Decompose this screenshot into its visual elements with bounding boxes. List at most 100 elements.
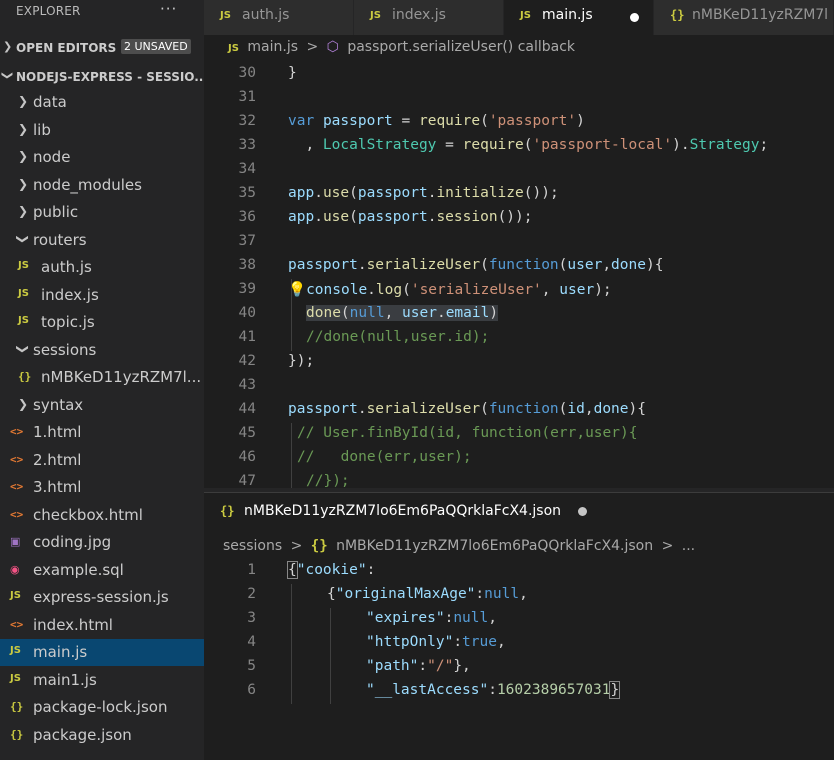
session-json-editor[interactable]: 1 {"cookie": 2 {"originalMaxAge":null, 3 "e… — [204, 560, 834, 760]
json-file-icon: {} — [670, 8, 685, 22]
tree-item-label: node_modules — [33, 176, 142, 194]
method-symbol-icon: ⬡ — [326, 39, 339, 55]
tree-item-label: index.js — [41, 286, 99, 304]
tree-item-main1-js[interactable]: JS main1.js — [0, 667, 204, 694]
tree-item-label: coding.jpg — [33, 533, 112, 551]
tab-label: auth.js — [242, 7, 290, 23]
tree-item-index-html[interactable]: <> index.html — [0, 612, 204, 639]
json-file-icon: {} — [220, 504, 235, 518]
database-file-icon: ◉ — [10, 563, 20, 576]
html-file-icon: <> — [10, 618, 24, 631]
breadcrumb-file[interactable]: main.js — [247, 39, 298, 55]
js-file-icon: JS — [18, 288, 29, 299]
tree-item-label: main.js — [33, 643, 88, 661]
chevron-right-icon: ❯ — [18, 397, 29, 411]
tree-item-lib[interactable]: ❯ lib — [0, 117, 204, 144]
tree-item-2-html[interactable]: <> 2.html — [0, 447, 204, 474]
project-section[interactable]: ❯ NODEJS-EXPRESS - SESSIO... — [0, 66, 204, 88]
tree-item-coding-jpg[interactable]: ▣ coding.jpg — [0, 529, 204, 556]
js-file-icon: JS — [370, 10, 381, 21]
tree-item-node[interactable]: ❯ node — [0, 144, 204, 171]
unsaved-badge: 2 UNSAVED — [121, 39, 191, 54]
tree-item-public[interactable]: ❯ public — [0, 199, 204, 226]
chevron-right-icon: ❯ — [18, 177, 29, 191]
tree-item-label: public — [33, 203, 79, 221]
tree-item-label: index.html — [33, 616, 113, 634]
lightbulb-icon[interactable]: 💡 — [288, 282, 306, 298]
editor-tab-bar: JS auth.js JS index.js JS main.js {} nMB… — [204, 0, 834, 35]
js-file-icon: JS — [10, 673, 21, 684]
tree-item-auth-js[interactable]: JS auth.js — [0, 254, 204, 281]
js-file-icon: JS — [10, 590, 21, 601]
chevron-right-icon: ❯ — [18, 94, 29, 108]
tab-label: main.js — [542, 7, 593, 23]
tree-item-label: checkbox.html — [33, 506, 143, 524]
breadcrumb-separator: > — [661, 538, 674, 554]
breadcrumb-more[interactable]: ... — [682, 538, 695, 554]
tree-item-label: example.sql — [33, 561, 124, 579]
js-file-icon: JS — [220, 10, 231, 21]
js-file-icon: JS — [18, 315, 29, 326]
chevron-right-icon: ❯ — [18, 204, 29, 218]
breadcrumb-folder[interactable]: sessions — [223, 538, 282, 554]
tree-item-1-html[interactable]: <> 1.html — [0, 419, 204, 446]
tree-item-label: 2.html — [33, 451, 82, 469]
unsaved-dot-icon[interactable] — [630, 13, 639, 22]
json-file-icon: {} — [310, 538, 328, 554]
open-editors-label: OPEN EDITORS — [16, 41, 117, 55]
tab-label: nMBKeD11yzRZM7l — [692, 7, 829, 23]
tree-item-label: 3.html — [33, 478, 82, 496]
tree-item-routers[interactable]: ❯ routers — [0, 227, 204, 254]
tree-item-label: node — [33, 148, 71, 166]
tab-index-js[interactable]: JS index.js — [354, 0, 504, 35]
open-editors-section[interactable]: ❯ OPEN EDITORS 2 UNSAVED — [0, 37, 204, 59]
main-js-editor[interactable]: 30} 31 32 var passport = require('passpor… — [204, 63, 834, 488]
tab-session-json-lower[interactable]: {} nMBKeD11yzRZM7lo6Em6PaQQrklaFcX4.json — [204, 492, 834, 530]
tree-item-package-lock-json[interactable]: {} package-lock.json — [0, 694, 204, 721]
tree-item-label: routers — [33, 231, 87, 249]
tree-item-label: data — [33, 93, 67, 111]
more-actions-icon[interactable]: ··· — [160, 0, 177, 18]
breadcrumb: JS main.js > ⬡ passport.serializeUser() … — [228, 39, 579, 61]
tree-item-sessions[interactable]: ❯ sessions — [0, 337, 204, 364]
js-file-icon: JS — [18, 260, 29, 271]
tree-item-package-json[interactable]: {} package.json — [0, 722, 204, 749]
tab-auth-js[interactable]: JS auth.js — [204, 0, 354, 35]
json-file-icon: {} — [10, 728, 24, 741]
tab-main-js[interactable]: JS main.js — [504, 0, 654, 35]
json-file-icon: {} — [18, 370, 32, 383]
tab-label: index.js — [392, 7, 446, 23]
tree-item-3-html[interactable]: <> 3.html — [0, 474, 204, 501]
chevron-right-icon: ❯ — [18, 122, 29, 136]
tree-item-label: 1.html — [33, 423, 82, 441]
tree-item-index-js[interactable]: JS index.js — [0, 282, 204, 309]
json-file-icon: {} — [10, 700, 24, 713]
tree-item-node-modules[interactable]: ❯ node_modules — [0, 172, 204, 199]
tree-item-express-session-js[interactable]: JS express-session.js — [0, 584, 204, 611]
project-label: NODEJS-EXPRESS - SESSIO... — [16, 70, 204, 84]
js-file-icon: JS — [228, 43, 239, 54]
tree-item-example-sql[interactable]: ◉ example.sql — [0, 557, 204, 584]
tab-session-json[interactable]: {} nMBKeD11yzRZM7l — [654, 0, 834, 35]
html-file-icon: <> — [10, 480, 24, 493]
tree-item-checkbox-html[interactable]: <> checkbox.html — [0, 502, 204, 529]
tree-item-label: lib — [33, 121, 51, 139]
breadcrumb-file[interactable]: nMBKeD11yzRZM7lo6Em6PaQQrklaFcX4.json — [336, 538, 653, 554]
unsaved-dot-icon[interactable] — [578, 507, 587, 516]
chevron-right-icon: ❯ — [3, 40, 13, 53]
tree-item-topic-js[interactable]: JS topic.js — [0, 309, 204, 336]
tree-item-label: sessions — [33, 341, 97, 359]
tree-item-main-js[interactable]: JS main.js — [0, 639, 204, 666]
chevron-down-icon: ❯ — [1, 70, 15, 81]
chevron-down-icon: ❯ — [16, 233, 31, 245]
tree-item-nmbked11yzrzm7l[interactable]: {} nMBKeD11yzRZM7l... — [0, 364, 204, 391]
breadcrumb-symbol[interactable]: passport.serializeUser() callback — [347, 39, 575, 55]
tree-item-syntax[interactable]: ❯ syntax — [0, 392, 204, 419]
js-file-icon: JS — [10, 645, 21, 656]
tree-item-label: express-session.js — [33, 588, 169, 606]
html-file-icon: <> — [10, 453, 24, 466]
tree-item-data[interactable]: ❯ data — [0, 89, 204, 116]
breadcrumb-lower: sessions > {} nMBKeD11yzRZM7lo6Em6PaQQrk… — [223, 538, 699, 560]
html-file-icon: <> — [10, 508, 24, 521]
explorer-title: EXPLORER — [16, 4, 81, 18]
